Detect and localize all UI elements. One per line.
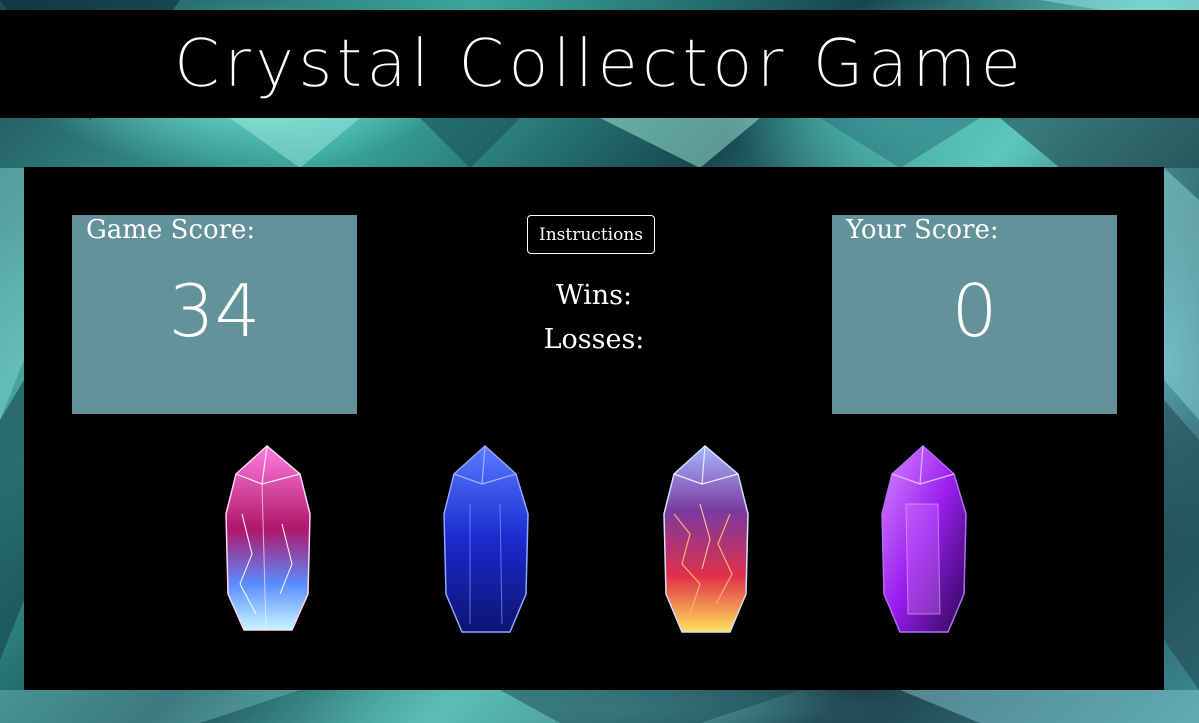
game-score-label: Game Score: [86, 215, 256, 245]
game-score-box: Game Score: 34 [72, 215, 357, 414]
your-score-value: 0 [951, 269, 998, 353]
fire-crystal-button[interactable] [660, 444, 750, 636]
purple-crystal-icon [881, 444, 967, 633]
wins-label: Wins: [555, 280, 633, 311]
instructions-button[interactable]: Instructions [527, 215, 655, 254]
game-score-value: 34 [168, 269, 261, 353]
blue-crystal-icon [443, 444, 529, 633]
purple-crystal-button[interactable] [878, 444, 968, 636]
page-title: Crystal Collector Game [173, 25, 1026, 102]
pink-blue-crystal-button[interactable] [222, 444, 312, 636]
pink-blue-crystal-icon [225, 445, 311, 631]
fire-crystal-icon [663, 445, 749, 633]
losses-label: Losses: [543, 324, 645, 355]
your-score-label: Your Score: [846, 215, 999, 245]
your-score-box: Your Score: 0 [832, 215, 1117, 414]
header-bar: Crystal Collector Game [0, 10, 1199, 118]
blue-crystal-button[interactable] [440, 444, 530, 636]
game-panel: Game Score: 34 Instructions Wins: Losses… [24, 167, 1164, 690]
